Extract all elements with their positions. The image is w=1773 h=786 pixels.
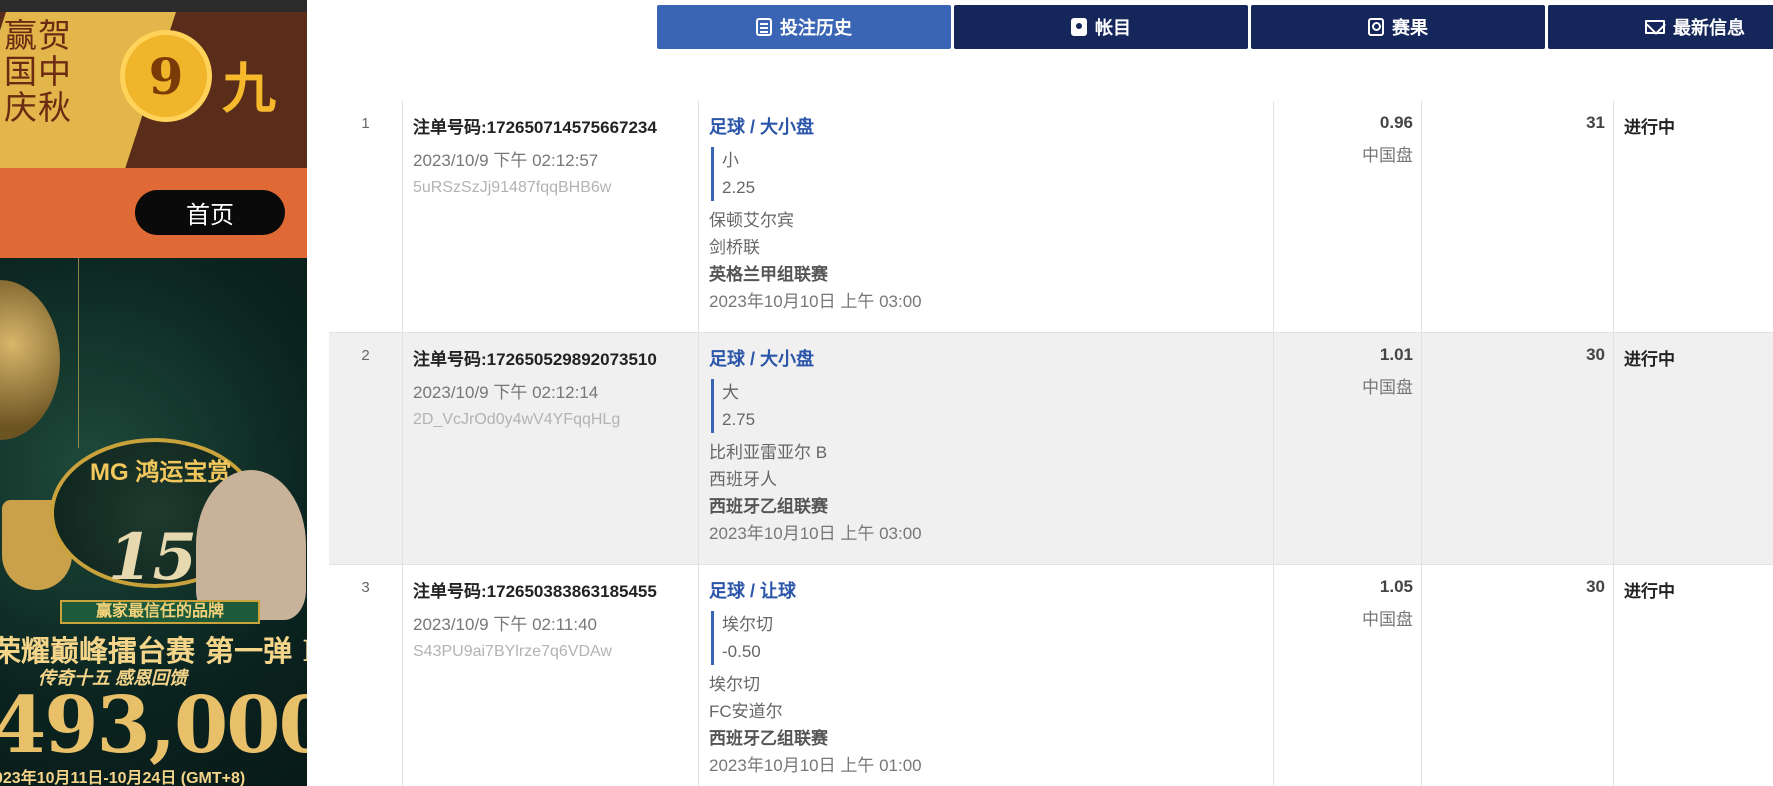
- home-team: 保顿艾尔宾: [709, 211, 794, 230]
- tab-latest-news[interactable]: 最新信息: [1548, 5, 1773, 49]
- table-row[interactable]: 1 注单号码:172650714575667234 2023/10/9 下午 0…: [329, 101, 1773, 333]
- home-team: 埃尔切: [709, 675, 760, 694]
- bet-id: 注单号码:172650529892073510: [413, 350, 657, 369]
- odds-cell: 1.01 中国盘: [1274, 333, 1422, 564]
- pick-block: 大 2.75: [711, 379, 1273, 433]
- odds-value: 1.05: [1379, 577, 1413, 596]
- bet-time: 2023/10/9 下午 02:11:40: [413, 615, 597, 634]
- bet-id-cell: 注单号码:172650383863185455 2023/10/9 下午 02:…: [403, 565, 699, 786]
- list-icon: [756, 18, 772, 36]
- zeus-character-image: [196, 470, 306, 620]
- mail-icon: [1645, 20, 1665, 34]
- bet-line: -0.50: [722, 642, 761, 661]
- tab-bet-history[interactable]: 投注历史: [657, 5, 951, 49]
- row-number: 3: [329, 565, 403, 786]
- odds-value: 1.01: [1379, 345, 1413, 364]
- away-team: FC安道尔: [709, 702, 783, 721]
- brand-name: 九: [222, 56, 276, 120]
- promo-ribbon: 赢家最信任的品牌: [60, 600, 260, 624]
- tab-label: 赛果: [1392, 18, 1428, 38]
- bet-pick: 大: [722, 383, 739, 402]
- status-cell: 进行中: [1614, 101, 1773, 332]
- account-tabs: 投注历史 帐目 赛果 最新信息: [657, 5, 1773, 49]
- league-name: 西班牙乙组联赛: [709, 497, 828, 516]
- stake-cell: 30: [1422, 333, 1614, 564]
- promo-divider: [78, 258, 79, 448]
- selection-cell: 足球 / 大小盘 大 2.75 比利亚雷亚尔 B 西班牙人 西班牙乙组联赛 20…: [699, 333, 1274, 564]
- table-row[interactable]: 2 注单号码:172650529892073510 2023/10/9 下午 0…: [329, 333, 1773, 565]
- bet-time: 2023/10/9 下午 02:12:14: [413, 383, 599, 402]
- away-team: 西班牙人: [709, 470, 777, 489]
- home-team: 比利亚雷亚尔 B: [709, 443, 828, 462]
- bet-id-cell: 注单号码:172650529892073510 2023/10/9 下午 02:…: [403, 333, 699, 564]
- pick-block: 埃尔切 -0.50: [711, 611, 1273, 665]
- stake-value: 31: [1586, 113, 1605, 132]
- promo-event-dates: 023年10月11日-10月24日 (GMT+8): [0, 770, 246, 786]
- status-cell: 进行中: [1614, 565, 1773, 786]
- row-number: 2: [329, 333, 403, 564]
- bet-history-table: 1 注单号码:172650714575667234 2023/10/9 下午 0…: [329, 101, 1773, 786]
- stake-value: 30: [1586, 345, 1605, 364]
- status-badge: 进行中: [1624, 350, 1675, 369]
- kickoff-time: 2023年10月10日 上午 01:00: [709, 756, 922, 775]
- bet-line: 2.25: [722, 178, 756, 197]
- stake-cell: 30: [1422, 565, 1614, 786]
- odds-type: 中国盘: [1362, 378, 1413, 397]
- bet-id: 注单号码:172650383863185455: [413, 582, 657, 601]
- bet-pick: 小: [722, 151, 739, 170]
- league-name: 英格兰甲组联赛: [709, 265, 828, 284]
- selection-cell: 足球 / 让球 埃尔切 -0.50 埃尔切 FC安道尔 西班牙乙组联赛 2023…: [699, 565, 1274, 786]
- bet-id: 注单号码:172650714575667234: [413, 118, 657, 137]
- odds-type: 中国盘: [1362, 146, 1413, 165]
- home-button[interactable]: 首页: [135, 190, 285, 235]
- bet-id-cell: 注单号码:172650714575667234 2023/10/9 下午 02:…: [403, 101, 699, 332]
- odds-value: 0.96: [1379, 113, 1413, 132]
- stake-value: 30: [1586, 577, 1605, 596]
- promo-slogan: 赢贺国中庆秋: [4, 16, 72, 127]
- tab-account[interactable]: 帐目: [954, 5, 1248, 49]
- bet-ref: S43PU9ai7BYlrze7q6VDAw: [413, 643, 612, 660]
- league-name: 西班牙乙组联赛: [709, 729, 828, 748]
- bet-ref: 5uRSzSzJj91487fqqBHB6w: [413, 179, 612, 196]
- kickoff-time: 2023年10月10日 上午 03:00: [709, 292, 922, 311]
- kickoff-time: 2023年10月10日 上午 03:00: [709, 524, 922, 543]
- promo-mg-title: MG 鸿运宝赏: [90, 459, 232, 486]
- promo-prize-amount: 493,000: [0, 680, 307, 771]
- bet-line: 2.75: [722, 410, 756, 429]
- bet-market: 足球 / 让球: [709, 581, 797, 601]
- tab-label: 最新信息: [1673, 18, 1745, 38]
- selection-cell: 足球 / 大小盘 小 2.25 保顿艾尔宾 剑桥联 英格兰甲组联赛 2023年1…: [699, 101, 1274, 332]
- pick-block: 小 2.25: [711, 147, 1273, 201]
- row-number: 1: [329, 101, 403, 332]
- promo-badge-number: 15: [108, 520, 198, 595]
- odds-cell: 0.96 中国盘: [1274, 101, 1422, 332]
- status-cell: 进行中: [1614, 333, 1773, 564]
- tab-label: 投注历史: [780, 18, 852, 38]
- status-badge: 进行中: [1624, 118, 1675, 137]
- bet-market: 足球 / 大小盘: [709, 117, 815, 137]
- away-team: 剑桥联: [709, 238, 760, 257]
- tab-results[interactable]: 赛果: [1251, 5, 1545, 49]
- tab-label: 帐目: [1095, 18, 1131, 38]
- bet-ref: 2D_VcJrOd0y4wV4YFqqHLg: [413, 411, 621, 428]
- odds-cell: 1.05 中国盘: [1274, 565, 1422, 786]
- bet-pick: 埃尔切: [722, 615, 773, 634]
- bet-time: 2023/10/9 下午 02:12:57: [413, 151, 599, 170]
- result-icon: [1368, 18, 1384, 36]
- promo-top-stripe: [0, 0, 307, 12]
- promo-banner[interactable]: 赢贺国中庆秋 9 九 首页 MG 鸿运宝赏 15 赢家最信任的品牌 荣耀巅峰擂台…: [0, 0, 307, 786]
- bet-market: 足球 / 大小盘: [709, 349, 815, 369]
- book-icon: [1071, 18, 1087, 36]
- status-badge: 进行中: [1624, 582, 1675, 601]
- table-row[interactable]: 3 注单号码:172650383863185455 2023/10/9 下午 0…: [329, 565, 1773, 786]
- brand-logo-icon: 9: [120, 30, 212, 122]
- stake-cell: 31: [1422, 101, 1614, 332]
- odds-type: 中国盘: [1362, 610, 1413, 629]
